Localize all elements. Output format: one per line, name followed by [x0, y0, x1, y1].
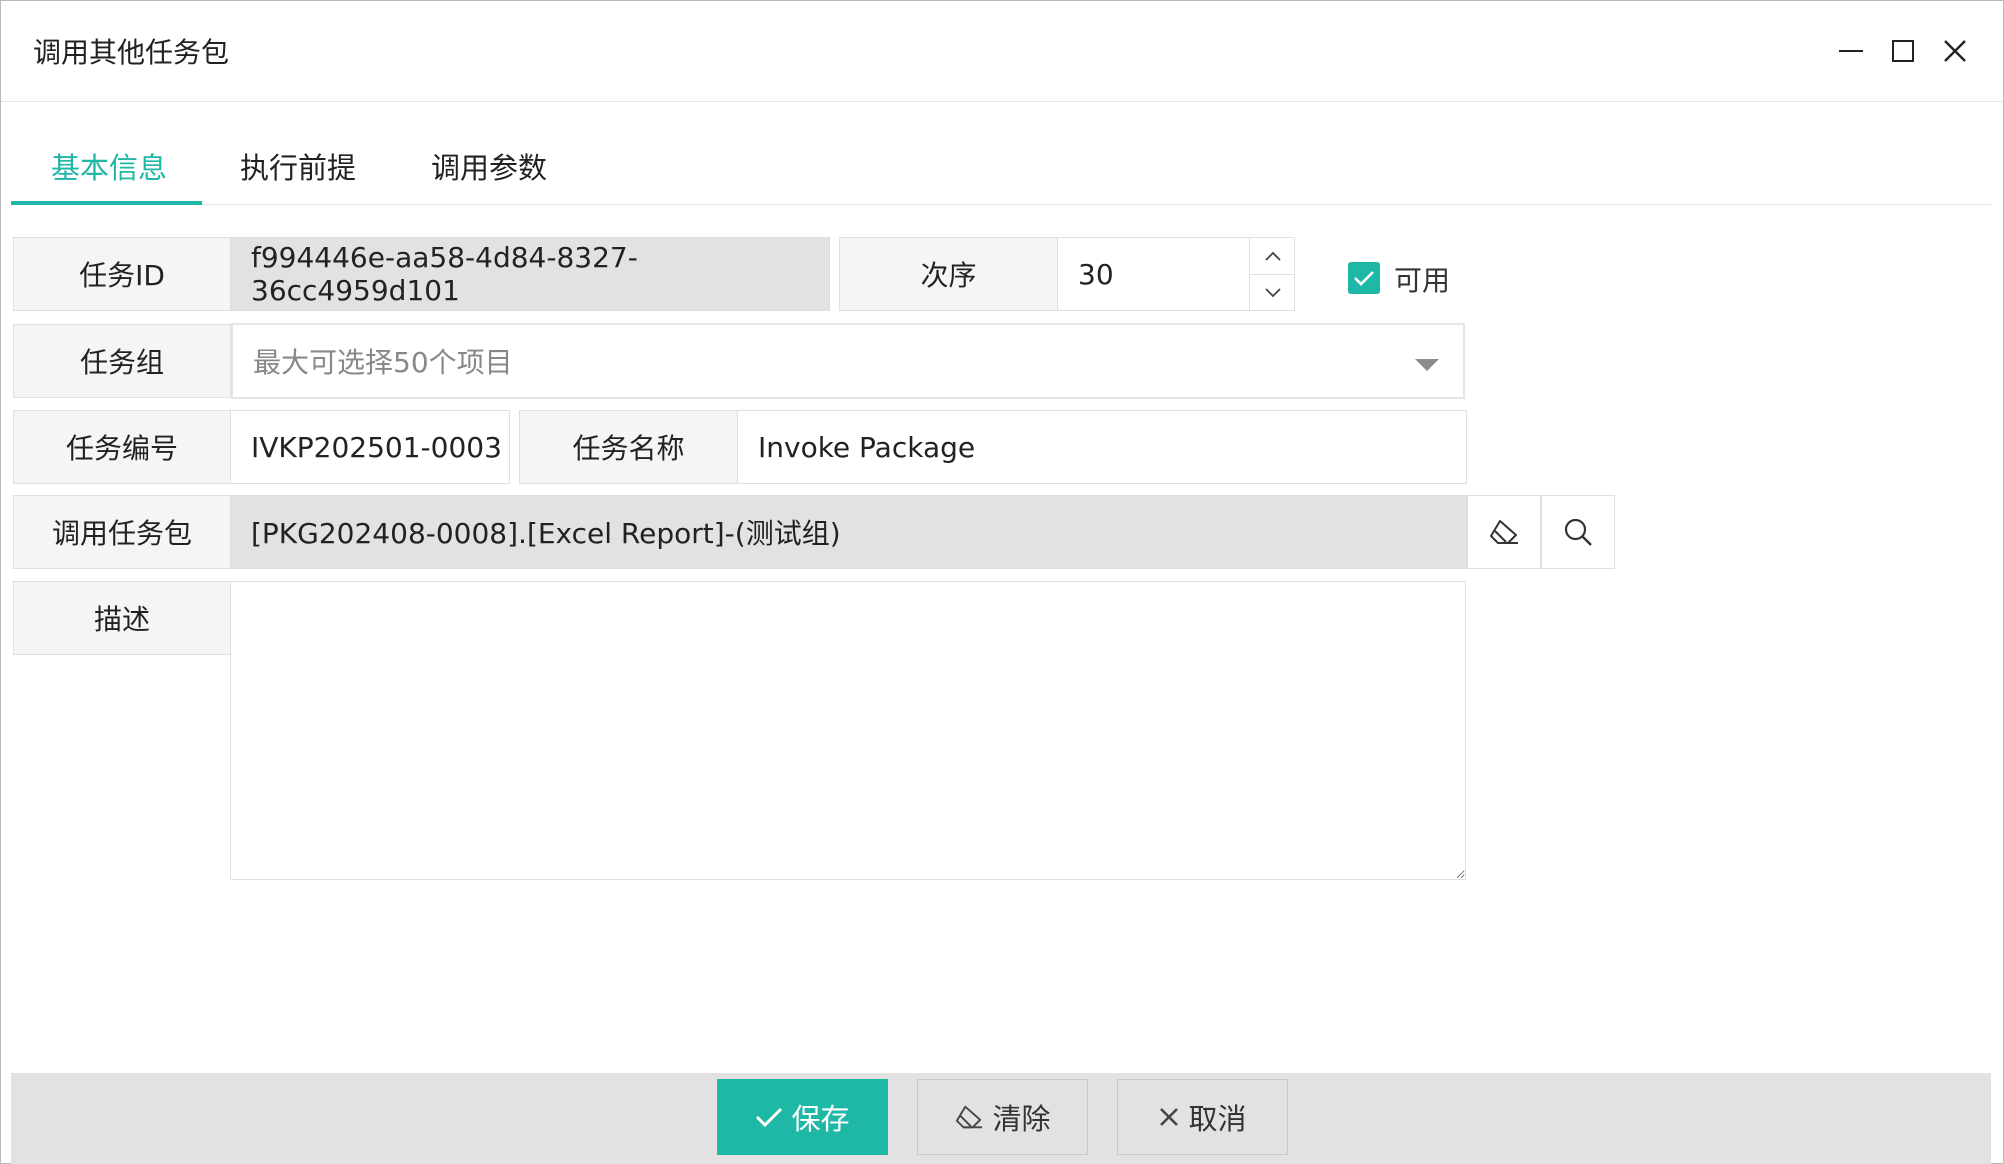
clear-button[interactable]: 清除 — [917, 1079, 1088, 1155]
clear-package-button[interactable] — [1467, 495, 1541, 569]
eraser-icon — [1490, 520, 1518, 544]
close-icon — [1944, 40, 1966, 62]
chevron-down-icon — [1264, 288, 1281, 298]
order-stepper — [1249, 237, 1295, 311]
stepper-down-button[interactable] — [1250, 274, 1295, 311]
order-value: 30 — [1078, 257, 1114, 291]
eraser-icon — [956, 1105, 983, 1129]
task-code-label: 任务编号 — [13, 410, 231, 484]
close-icon — [1160, 1108, 1179, 1126]
save-button-label: 保存 — [791, 1102, 850, 1136]
enabled-label: 可用 — [1394, 264, 1451, 297]
task-group-placeholder: 最大可选择50个项目 — [253, 346, 513, 379]
dropdown-arrow-icon — [1415, 359, 1439, 371]
task-code-value: IVKP202501-0003 — [251, 430, 502, 464]
maximize-button[interactable] — [1881, 29, 1925, 73]
task-name-value: Invoke Package — [758, 430, 976, 464]
invoke-package-label: 调用任务包 — [13, 495, 231, 569]
stepper-up-button[interactable] — [1250, 237, 1295, 274]
checkmark-icon — [1354, 271, 1374, 286]
search-package-button[interactable] — [1541, 495, 1615, 569]
title-bar: 调用其他任务包 — [1, 1, 2003, 102]
description-textarea[interactable] — [230, 581, 1466, 880]
tab-bar: 基本信息 执行前提 调用参数 — [11, 139, 1991, 205]
clear-button-label: 清除 — [992, 1102, 1051, 1136]
minimize-button[interactable] — [1829, 29, 1873, 73]
tab-preconditions[interactable]: 执行前提 — [240, 139, 356, 205]
minimize-icon — [1839, 50, 1863, 52]
task-code-input[interactable]: IVKP202501-0003 — [230, 410, 510, 484]
check-icon — [756, 1107, 783, 1128]
task-name-label: 任务名称 — [519, 410, 738, 484]
chevron-up-icon — [1264, 251, 1281, 261]
task-group-label: 任务组 — [13, 324, 231, 398]
dialog-window: 调用其他任务包 基本信息 执行前提 调用参数 任务ID f994446e-aa5… — [0, 0, 2004, 1164]
enabled-checkbox[interactable] — [1348, 262, 1380, 294]
save-button[interactable]: 保存 — [717, 1079, 888, 1155]
maximize-icon — [1892, 40, 1914, 62]
task-name-input[interactable]: Invoke Package — [737, 410, 1467, 484]
tab-basic-info[interactable]: 基本信息 — [51, 139, 167, 205]
dialog-title: 调用其他任务包 — [33, 36, 230, 69]
close-button[interactable] — [1933, 29, 1977, 73]
active-tab-indicator — [11, 201, 202, 205]
invoke-package-field: [PKG202408-0008].[Excel Report]-(测试组) — [230, 495, 1467, 569]
tab-invoke-params[interactable]: 调用参数 — [431, 139, 547, 205]
cancel-button-label: 取消 — [1188, 1102, 1247, 1136]
search-icon — [1564, 518, 1592, 546]
order-label: 次序 — [839, 237, 1058, 311]
cancel-button[interactable]: 取消 — [1117, 1079, 1288, 1155]
task-id-field: f994446e-aa58-4d84-8327-36cc4959d101 — [230, 237, 830, 311]
task-id-label: 任务ID — [13, 237, 231, 311]
description-label: 描述 — [13, 581, 231, 655]
task-group-select[interactable]: 最大可选择50个项目 — [231, 323, 1465, 399]
